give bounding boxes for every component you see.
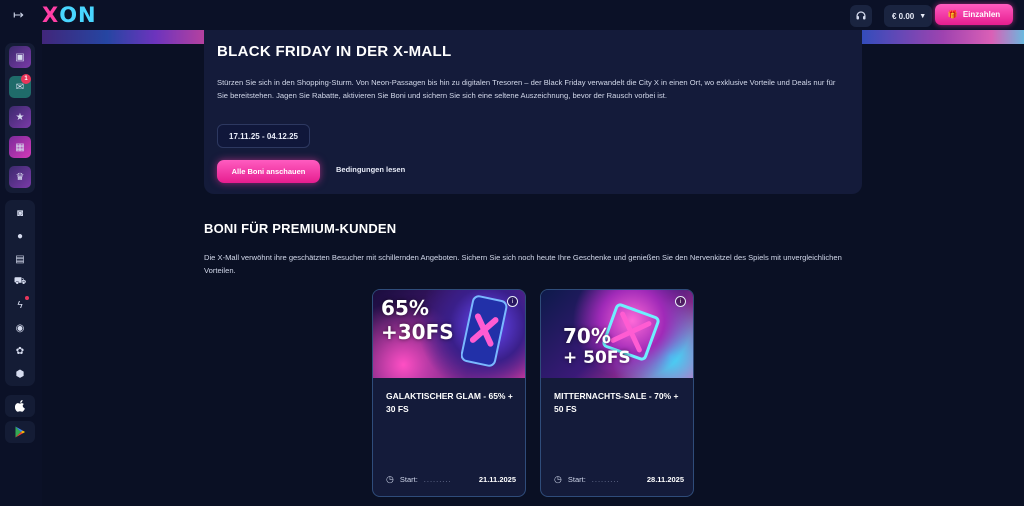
- sports-icon[interactable]: ●: [9, 225, 31, 247]
- shop-icon[interactable]: ⛟: [9, 271, 31, 293]
- read-terms-link[interactable]: Bedingungen lesen: [336, 165, 405, 174]
- chevron-down-icon: ▼: [919, 12, 927, 20]
- promo-date-range: 17.11.25 - 04.12.25: [217, 124, 310, 148]
- shield-icon[interactable]: ⬢: [9, 363, 31, 385]
- settings-icon[interactable]: ✿: [9, 340, 31, 362]
- games-icon[interactable]: ▣: [9, 46, 31, 68]
- balance-dropdown[interactable]: € 0.00 ▼: [884, 5, 932, 27]
- logo-x: X: [42, 3, 60, 27]
- bonus-card-start: ◷ Start: ......... 28.11.2025: [554, 473, 684, 485]
- bonus-card-image: 70% + 50FS i: [541, 290, 693, 378]
- start-date: 28.11.2025: [646, 474, 684, 484]
- start-label: Start:: [567, 474, 586, 484]
- start-date: 21.11.2025: [478, 474, 516, 484]
- sidebar: ▣ ✉ 1 ★ ▦ ♛ ◙ ● ▤ ⛟ ϟ ◉ ✿ ⬢: [0, 30, 42, 506]
- bonus-image-spins: + 50FS: [563, 348, 631, 368]
- dot-leader: .........: [423, 474, 452, 484]
- promo-panel: BLACK FRIDAY IN DER X-MALL Stürzen Sie s…: [204, 30, 862, 194]
- bonus-image-percent: 65%: [381, 296, 429, 320]
- trophy-icon[interactable]: ♛: [9, 166, 31, 188]
- neon-banner-right: [862, 30, 1024, 44]
- bonus-card-galactic-glam[interactable]: 65% +30FS i GALAKTISCHER GLAM - 65% + 30…: [372, 289, 526, 497]
- promo-icon[interactable]: ★: [9, 106, 31, 128]
- view-all-bonuses-button[interactable]: Alle Boni anschauen: [217, 160, 320, 183]
- deposit-label: Einzahlen: [962, 10, 1001, 19]
- casino-icon[interactable]: ◙: [9, 202, 31, 224]
- logo[interactable]: X ON: [42, 3, 97, 27]
- promo-description: Stürzen Sie sich in den Shopping-Sturm. …: [217, 78, 836, 100]
- headset-icon: [856, 11, 866, 20]
- collapse-sidebar-icon[interactable]: ↦: [13, 8, 27, 22]
- info-icon[interactable]: i: [507, 296, 518, 307]
- bonus-card-midnight-sale[interactable]: 70% + 50FS i MITTERNACHTS-SALE - 70% + 5…: [540, 289, 694, 497]
- top-bar: ↦ X ON € 0.00 ▼ 🎁 Einzahlen: [0, 0, 1024, 30]
- premium-section-title: BONI FÜR PREMIUM-KUNDEN: [204, 221, 397, 236]
- google-play-icon[interactable]: [5, 421, 35, 443]
- bonus-image-percent: 70%: [563, 324, 611, 348]
- bonus-card-title: GALAKTISCHER GLAM - 65% + 30 FS: [386, 391, 513, 414]
- clock-icon: ◷: [554, 473, 562, 484]
- apple-icon[interactable]: [5, 395, 35, 417]
- notification-dot: [25, 296, 29, 300]
- bonus-icon[interactable]: ▤: [9, 248, 31, 270]
- balance-value: € 0.00: [892, 11, 915, 21]
- premium-section-description: Die X-Mall verwöhnt ihre geschätzten Bes…: [204, 253, 842, 275]
- deposit-button[interactable]: 🎁 Einzahlen: [935, 4, 1013, 25]
- bonus-card-start: ◷ Start: ......... 21.11.2025: [386, 473, 516, 485]
- dot-leader: .........: [591, 474, 620, 484]
- phone-illustration: [461, 295, 508, 367]
- start-label: Start:: [399, 474, 418, 484]
- gift-icon[interactable]: ▦: [9, 136, 31, 158]
- promo-title: BLACK FRIDAY IN DER X-MALL: [217, 43, 452, 60]
- support-button[interactable]: [850, 5, 872, 27]
- gift-icon: 🎁: [947, 10, 958, 19]
- clock-icon: ◷: [386, 473, 394, 484]
- profile-icon[interactable]: ◉: [9, 317, 31, 339]
- bonus-card-title: MITTERNACHTS-SALE - 70% + 50 FS: [554, 391, 679, 414]
- bonus-image-spins: +30FS: [381, 320, 454, 344]
- bonus-card-image: 65% +30FS i: [373, 290, 525, 378]
- logo-on: ON: [59, 3, 97, 27]
- info-icon[interactable]: i: [675, 296, 686, 307]
- messages-badge: 1: [21, 74, 31, 84]
- neon-banner-left: [42, 30, 204, 44]
